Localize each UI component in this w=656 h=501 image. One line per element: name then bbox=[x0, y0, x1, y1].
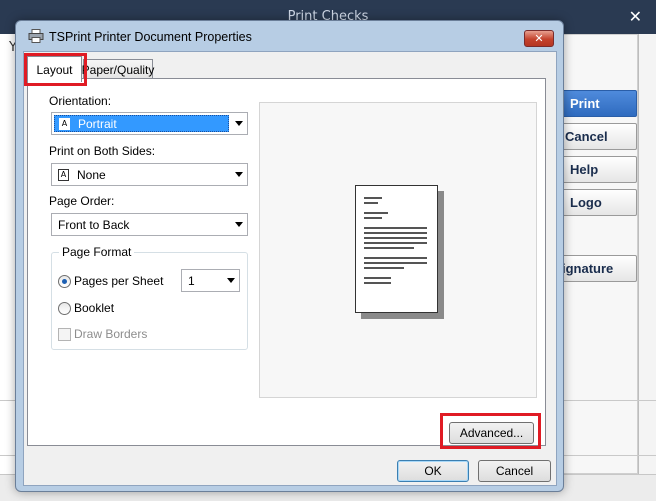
printer-icon bbox=[28, 29, 44, 43]
print-button[interactable]: Print bbox=[555, 90, 637, 117]
tab-paper-quality[interactable]: Paper/Quality bbox=[82, 59, 154, 79]
document-properties-dialog: TSPrint Printer Document Properties ✕ Pa… bbox=[15, 20, 564, 492]
portrait-document-icon: A bbox=[59, 117, 70, 130]
ok-button[interactable]: OK bbox=[397, 460, 469, 482]
orientation-label: Orientation: bbox=[49, 94, 112, 108]
advanced-button[interactable]: Advanced... bbox=[449, 422, 534, 444]
draw-borders-label: Draw Borders bbox=[74, 327, 148, 341]
chevron-down-icon bbox=[235, 172, 243, 177]
page-order-value: Front to Back bbox=[58, 217, 130, 232]
help-button[interactable]: Help bbox=[555, 156, 637, 183]
both-sides-value: None bbox=[77, 167, 106, 182]
page-order-select[interactable]: Front to Back bbox=[51, 213, 248, 236]
both-sides-label: Print on Both Sides: bbox=[49, 144, 156, 158]
background-cancel-button[interactable]: Cancel bbox=[555, 123, 637, 150]
dialog-close-icon[interactable]: ✕ bbox=[524, 30, 554, 47]
booklet-label[interactable]: Booklet bbox=[74, 301, 114, 315]
pages-per-sheet-value: 1 bbox=[188, 273, 195, 288]
orientation-value: Portrait bbox=[78, 116, 117, 131]
cancel-button[interactable]: Cancel bbox=[478, 460, 551, 482]
chevron-down-icon bbox=[235, 222, 243, 227]
page-order-label: Page Order: bbox=[49, 194, 115, 208]
orientation-select[interactable]: A Portrait bbox=[51, 112, 248, 135]
signature-button[interactable]: ignature bbox=[555, 255, 637, 282]
draw-borders-checkbox[interactable] bbox=[58, 328, 71, 341]
pages-per-sheet-radio[interactable] bbox=[58, 275, 71, 288]
background-divider bbox=[638, 34, 639, 501]
preview-page-icon bbox=[355, 185, 438, 313]
booklet-radio[interactable] bbox=[58, 302, 71, 315]
dialog-title: TSPrint Printer Document Properties bbox=[49, 30, 252, 44]
page-format-legend: Page Format bbox=[59, 245, 135, 259]
dialog-titlebar[interactable]: TSPrint Printer Document Properties ✕ bbox=[16, 21, 563, 51]
both-sides-select[interactable]: A None bbox=[51, 163, 248, 186]
single-side-document-icon: A bbox=[58, 168, 69, 181]
chevron-down-icon bbox=[235, 121, 243, 126]
logo-button[interactable]: Logo bbox=[555, 189, 637, 216]
chevron-down-icon bbox=[227, 278, 235, 283]
pages-per-sheet-select[interactable]: 1 bbox=[181, 269, 240, 292]
background-close-icon[interactable]: ✕ bbox=[629, 7, 642, 26]
tab-layout[interactable]: Layout bbox=[27, 56, 82, 82]
pages-per-sheet-label[interactable]: Pages per Sheet bbox=[74, 274, 163, 288]
